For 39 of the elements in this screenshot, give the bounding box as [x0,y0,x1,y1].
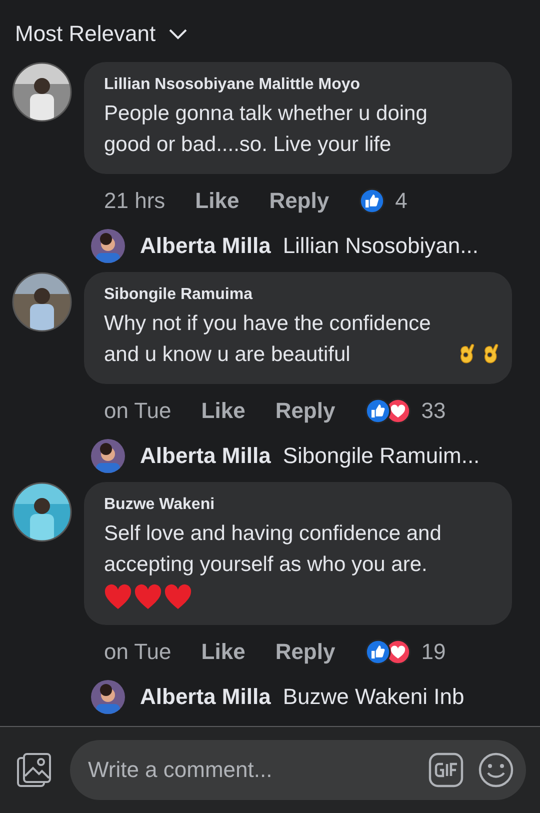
thumbs-up-icon [365,639,392,665]
comment-text: Why not if you have the confidence and u know u are beautiful [104,311,432,368]
heart-icon [104,584,132,610]
reply-button[interactable]: Reply [275,639,336,665]
chevron-down-icon[interactable] [168,28,188,40]
emoji-icon[interactable] [478,752,514,788]
comment-text: Self love and having confidence and accepting yourself as who you are. [104,521,442,578]
heart-reaction-icon [385,398,412,424]
heart-icon [134,584,162,610]
reaction-count: 4 [395,188,408,214]
like-button[interactable]: Like [201,398,246,424]
sort-label[interactable]: Most Relevant [15,21,156,47]
comment-author[interactable]: Sibongile Ramuima [104,286,502,304]
comment-input[interactable]: Write a comment... [86,756,414,784]
heart-icon [164,584,192,610]
reply-button[interactable]: Reply [275,398,336,424]
reply-preview[interactable]: Buzwe Wakeni Inb [282,684,464,710]
comment-text: People gonna talk whether u doing good or bad....so. Live your life [104,101,428,158]
comment-bar[interactable]: Write a comment... [70,740,526,800]
comment-author[interactable]: Lillian Nsosobiyane Malittle Moyo [104,76,502,94]
comment-author[interactable]: Buzwe Wakeni [104,496,502,514]
gif-icon[interactable] [428,752,464,788]
reaction-count: 33 [421,398,446,424]
reply-preview[interactable]: Lillian Nsosobiyan... [282,233,478,259]
like-button[interactable]: Like [201,639,246,665]
reply-author[interactable]: Alberta Milla [140,233,271,259]
thumbs-up-icon [365,398,392,424]
reaction-count: 19 [421,639,446,665]
heart-reaction-icon [385,639,412,665]
thumbs-up-icon [359,188,386,214]
reply-button[interactable]: Reply [269,188,330,214]
like-button[interactable]: Like [195,188,240,214]
comment-time: 21 hrs [104,188,166,214]
reply-preview[interactable]: Sibongile Ramuim... [282,443,480,469]
reply-author[interactable]: Alberta Milla [140,443,271,469]
reply-author[interactable]: Alberta Milla [140,684,271,710]
comment-time: on Tue [104,639,172,665]
photo-icon[interactable] [16,752,52,788]
comment-time: on Tue [104,398,172,424]
